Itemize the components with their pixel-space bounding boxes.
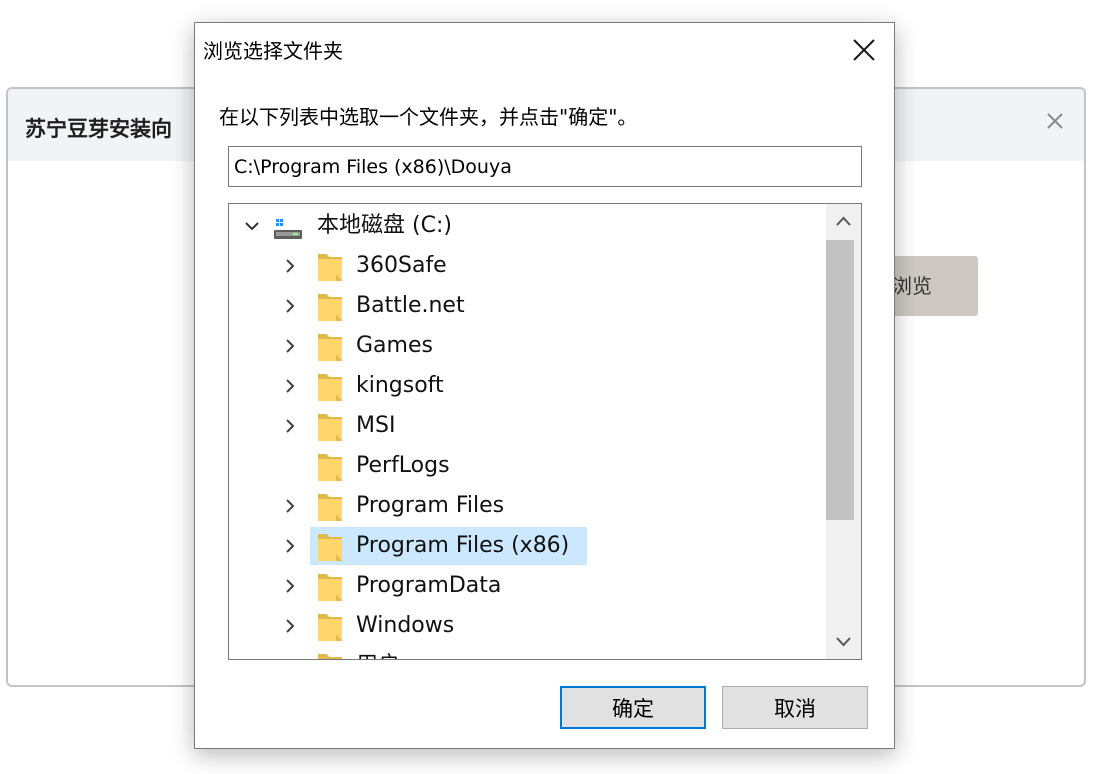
scroll-down-button[interactable] [826,623,861,659]
installer-browse-button[interactable]: 浏览 [888,256,978,316]
close-icon [853,39,875,61]
chevron-down-icon [836,637,851,647]
folder-icon [318,414,342,441]
tree-item[interactable]: Battle.net [229,286,826,326]
tree-item-label: ProgramData [356,573,502,598]
folder-icon [318,254,342,281]
tree-item[interactable]: PerfLogs [229,446,826,486]
chevron-right-icon[interactable] [281,577,299,595]
installer-close-button[interactable] [1041,107,1069,135]
dialog-title: 浏览选择文件夹 [203,39,343,63]
folder-icon [318,654,342,659]
chevron-right-icon[interactable] [281,537,299,555]
cancel-button[interactable]: 取消 [722,686,868,729]
tree-item-label: 用户 [356,653,400,659]
tree-item-label: 360Safe [356,253,447,278]
drive-icon [274,219,302,239]
tree-item-label: Battle.net [356,293,465,318]
folder-icon [318,334,342,361]
tree-item-label: Program Files [356,493,505,518]
scroll-thumb[interactable] [826,240,854,520]
tree-item[interactable]: kingsoft [229,366,826,406]
chevron-right-icon[interactable] [281,657,299,659]
folder-tree-content: 本地磁盘 (C:) 360Safe Battle.net Games kingsoft… [229,204,826,659]
scroll-up-button[interactable] [826,204,861,240]
chevron-down-icon[interactable] [243,217,261,235]
folder-icon [318,294,342,321]
tree-root-label: 本地磁盘 (C:) [317,213,452,238]
chevron-right-icon[interactable] [281,417,299,435]
tree-root-drive[interactable]: 本地磁盘 (C:) [229,206,826,246]
tree-item-label: Windows [356,613,455,638]
folder-tree[interactable]: 本地磁盘 (C:) 360Safe Battle.net Games kingsoft… [228,203,862,660]
folder-icon [318,534,342,561]
chevron-right-icon[interactable] [281,257,299,275]
chevron-up-icon [836,216,851,226]
folder-icon [318,494,342,521]
tree-scrollbar[interactable] [826,204,861,659]
tree-item[interactable]: MSI [229,406,826,446]
folder-icon [318,614,342,641]
tree-item-label: Program Files (x86) [356,533,570,558]
tree-item[interactable]: 用户 [229,646,826,659]
chevron-right-icon[interactable] [281,497,299,515]
folder-icon [318,374,342,401]
tree-item-label: kingsoft [356,373,444,398]
folder-path-input[interactable] [228,146,862,187]
chevron-right-icon[interactable] [281,617,299,635]
tree-item[interactable]: Program Files (x86) [229,526,826,566]
tree-item[interactable]: 360Safe [229,246,826,286]
installer-title: 苏宁豆芽安装向 [25,117,172,141]
tree-item[interactable]: Windows [229,606,826,646]
tree-item-label: PerfLogs [356,453,450,478]
tree-item-label: Games [356,333,433,358]
dialog-close-button[interactable] [847,33,881,67]
tree-item[interactable]: Games [229,326,826,366]
screen: 苏宁豆芽安装向 浏览 浏览选择文件夹 在以下列表中选取一个文件夹，并点击"确定"… [0,0,1094,774]
chevron-right-icon[interactable] [281,297,299,315]
browse-folder-dialog: 浏览选择文件夹 在以下列表中选取一个文件夹，并点击"确定"。 C:\Progra… [194,22,895,749]
tree-item[interactable]: Program Files [229,486,826,526]
close-icon [1047,113,1063,129]
dialog-instruction: 在以下列表中选取一个文件夹，并点击"确定"。 [219,105,638,129]
tree-item[interactable]: ProgramData [229,566,826,606]
ok-button[interactable]: 确定 [560,686,706,729]
chevron-right-icon[interactable] [281,377,299,395]
folder-icon [318,454,342,481]
tree-item-label: MSI [356,413,396,438]
chevron-right-icon[interactable] [281,337,299,355]
folder-icon [318,574,342,601]
